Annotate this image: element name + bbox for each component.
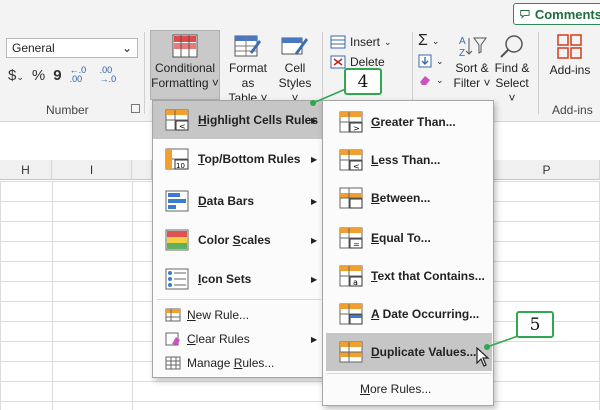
callout-step-5: 5 <box>516 311 554 338</box>
callout-step-4: 4 <box>344 68 382 95</box>
callout-leader-lines <box>310 87 519 350</box>
